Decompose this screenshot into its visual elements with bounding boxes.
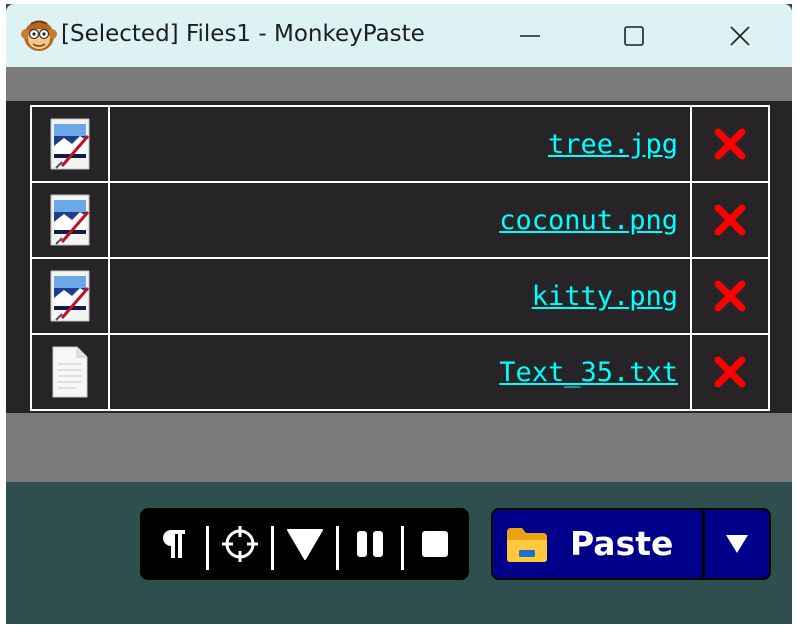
paste-label: Paste xyxy=(570,524,674,563)
bottom-margin xyxy=(6,413,792,482)
delete-icon[interactable] xyxy=(713,279,747,313)
image-file-icon xyxy=(50,118,90,170)
triangle-down-icon xyxy=(287,529,323,560)
pilcrow-icon xyxy=(163,530,185,558)
triangle-down-icon xyxy=(726,535,748,553)
file-link[interactable]: kitty.png xyxy=(532,281,678,312)
paste-dropdown-button[interactable] xyxy=(705,510,769,578)
image-file-icon xyxy=(50,194,90,246)
monkey-icon xyxy=(21,20,57,51)
filter-button[interactable] xyxy=(274,508,336,580)
delete-cell xyxy=(690,181,770,259)
paste-toolbar xyxy=(140,508,469,580)
pause-icon xyxy=(357,531,383,557)
maximize-button[interactable] xyxy=(584,4,684,67)
image-file-icon xyxy=(50,270,90,322)
file-link[interactable]: tree.jpg xyxy=(548,129,678,160)
folder-icon xyxy=(507,528,547,562)
delete-cell xyxy=(690,333,770,411)
table-row: Text_35.txt xyxy=(30,333,770,411)
delete-icon[interactable] xyxy=(713,203,747,237)
maximize-icon xyxy=(624,25,644,46)
paste-button-group: Paste xyxy=(491,508,771,580)
file-name-cell: kitty.png xyxy=(108,257,692,335)
window-title: [Selected] Files1 - MonkeyPaste xyxy=(61,21,425,47)
format-button[interactable] xyxy=(140,508,206,580)
table-row: coconut.png xyxy=(30,181,770,259)
delete-cell xyxy=(690,105,770,183)
delete-icon[interactable] xyxy=(713,355,747,389)
file-link[interactable]: Text_35.txt xyxy=(499,357,678,388)
file-name-cell: coconut.png xyxy=(108,181,692,259)
paste-button[interactable]: Paste xyxy=(493,510,702,578)
table-row: kitty.png xyxy=(30,257,770,335)
pause-button[interactable] xyxy=(339,508,401,580)
file-icon-cell xyxy=(30,105,110,183)
delete-cell xyxy=(690,257,770,335)
minimize-button[interactable] xyxy=(480,4,580,67)
crosshair-icon xyxy=(222,526,258,562)
delete-icon[interactable] xyxy=(713,127,747,161)
file-name-cell: Text_35.txt xyxy=(108,333,692,411)
file-name-cell: tree.jpg xyxy=(108,105,692,183)
close-button[interactable] xyxy=(690,4,790,67)
stop-button[interactable] xyxy=(404,508,466,580)
app-window: [Selected] Files1 - MonkeyPaste tree.jpg… xyxy=(6,4,792,624)
target-button[interactable] xyxy=(209,508,271,580)
close-icon xyxy=(730,25,750,46)
file-icon-cell xyxy=(30,181,110,259)
file-icon-cell xyxy=(30,257,110,335)
file-list-table: tree.jpg coconut.png kitty.png Text_35.t… xyxy=(30,105,770,411)
file-icon-cell xyxy=(30,333,110,411)
file-link[interactable]: coconut.png xyxy=(499,205,678,236)
text-file-icon xyxy=(52,346,88,398)
top-margin xyxy=(6,67,792,101)
table-row: tree.jpg xyxy=(30,105,770,183)
minimize-icon xyxy=(520,34,540,37)
title-bar[interactable]: [Selected] Files1 - MonkeyPaste xyxy=(6,4,792,67)
stop-icon xyxy=(422,531,448,557)
